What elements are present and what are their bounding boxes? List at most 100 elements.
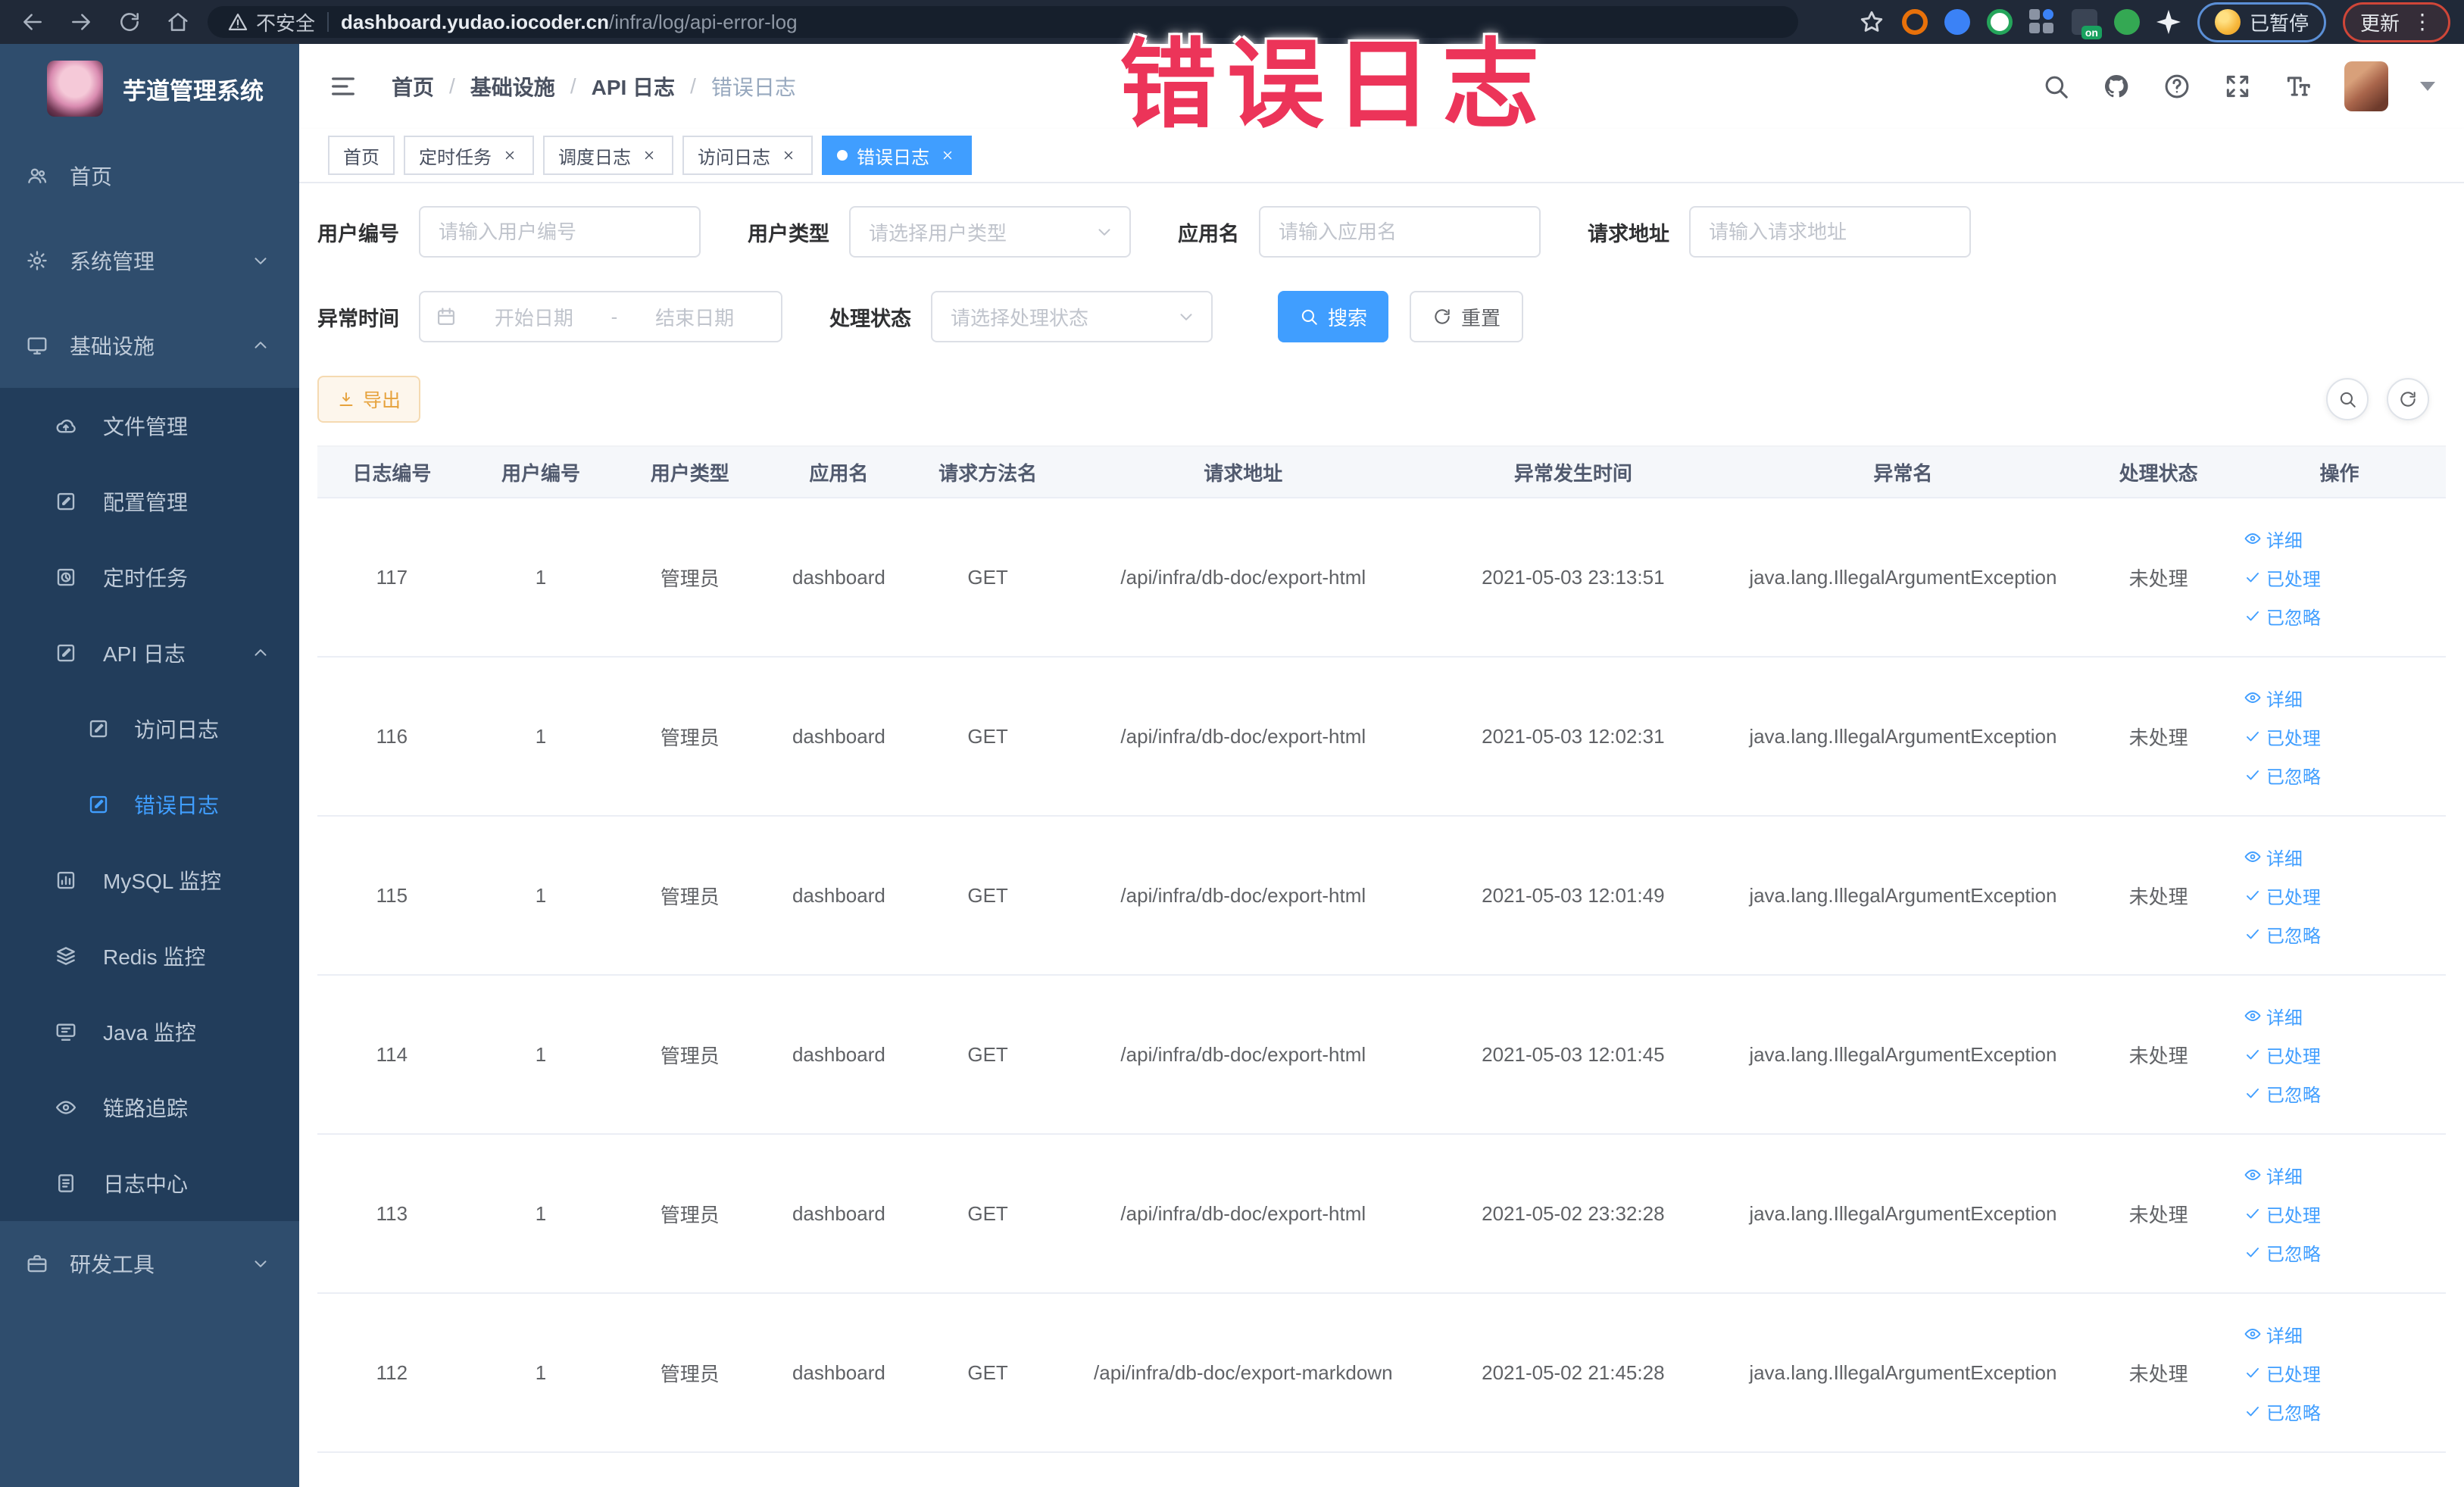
breadcrumb-item-0[interactable]: 首页 — [392, 71, 434, 102]
cell-app: dashboard — [764, 975, 913, 1135]
tab-label: 错误日志 — [857, 147, 929, 168]
sidebar: 芋道管理系统 首页 系统管理 基础设施 文件管理 配置管理 定时任务 API 日志 访问日志错… — [0, 44, 299, 1487]
browser-update-button[interactable]: 更新 ⋮ — [2342, 2, 2450, 42]
cell-app: dashboard — [764, 1293, 913, 1453]
action-link-0[interactable]: 详细 — [2244, 1003, 2303, 1029]
action-link-2[interactable]: 已忽略 — [2244, 921, 2321, 948]
sidebar-item-4[interactable]: 配置管理 — [0, 464, 299, 539]
extension-green-icon[interactable] — [1986, 9, 2013, 35]
profile-paused-badge[interactable]: 已暂停 — [2197, 2, 2326, 42]
extension-grid-icon[interactable] — [2028, 9, 2055, 35]
reset-button[interactable]: 重置 — [1410, 291, 1524, 342]
sidebar-item-2[interactable]: 基础设施 — [0, 303, 299, 388]
tab-2[interactable]: 调度日志 — [543, 136, 673, 175]
cell-status: 未处理 — [2084, 498, 2233, 658]
main-area: 首页 / 基础设施 / API 日志 / 错误日志 首页 定时任务 调度日志 访问日志 错误日志 用… — [299, 44, 2464, 1487]
chevron-down-icon — [1095, 222, 1114, 242]
sidebar-item-0[interactable]: 首页 — [0, 133, 299, 218]
filter-row-2: 异常时间 开始日期 - 结束日期 处理状态 请选择处理状态 搜索 重置 — [317, 291, 2446, 342]
extension-sprout-icon[interactable] — [2113, 9, 2140, 35]
toggle-search-button[interactable] — [2326, 378, 2369, 420]
search-button[interactable]: 搜索 — [1278, 291, 1389, 342]
action-link-2[interactable]: 已忽略 — [2244, 762, 2321, 789]
sidebar-item-5[interactable]: 定时任务 — [0, 539, 299, 615]
process-status-select[interactable]: 请选择处理状态 — [931, 291, 1213, 342]
browser-reload-icon[interactable] — [111, 5, 148, 39]
filter-user-id: 用户编号 — [317, 206, 701, 258]
sidebar-item-8[interactable]: 错误日志 — [0, 767, 299, 842]
user-type-select[interactable]: 请选择用户类型 — [849, 206, 1131, 258]
browser-back-icon[interactable] — [14, 5, 52, 39]
github-icon[interactable] — [2102, 72, 2131, 101]
tab-3[interactable]: 访问日志 — [682, 136, 813, 175]
tab-close-icon[interactable] — [501, 146, 519, 164]
app-name-input[interactable] — [1260, 208, 1539, 256]
action-link-0[interactable]: 详细 — [2244, 685, 2303, 711]
menu-timer-icon — [55, 566, 77, 589]
check-icon — [2244, 886, 2262, 904]
bookmark-star-icon[interactable] — [1858, 8, 1885, 36]
action-link-2[interactable]: 已忽略 — [2244, 603, 2321, 629]
action-link-2[interactable]: 已忽略 — [2244, 1398, 2321, 1425]
search-icon[interactable] — [2041, 72, 2070, 101]
sidebar-collapse-icon[interactable] — [328, 71, 358, 102]
breadcrumb-item-1[interactable]: 基础设施 — [470, 71, 555, 102]
refresh-table-button[interactable] — [2387, 378, 2429, 420]
fullscreen-icon[interactable] — [2223, 72, 2252, 101]
action-link-0[interactable]: 详细 — [2244, 1321, 2303, 1348]
browser-forward-icon[interactable] — [62, 5, 100, 39]
sidebar-item-9[interactable]: MySQL 监控 — [0, 842, 299, 918]
sidebar-item-3[interactable]: 文件管理 — [0, 388, 299, 464]
action-label: 详细 — [2266, 1007, 2303, 1029]
help-icon[interactable] — [2163, 72, 2191, 101]
cell-user-id: 1 — [466, 1293, 616, 1453]
sidebar-item-14[interactable]: 研发工具 — [0, 1221, 299, 1306]
tab-0[interactable]: 首页 — [328, 136, 395, 175]
action-link-0[interactable]: 详细 — [2244, 844, 2303, 870]
extension-orange-icon[interactable] — [1901, 9, 1928, 35]
cell-time: 2021-05-03 23:13:51 — [1424, 498, 1722, 658]
sidebar-item-10[interactable]: Redis 监控 — [0, 918, 299, 994]
action-link-1[interactable]: 已处理 — [2244, 1360, 2321, 1386]
extension-on-icon[interactable]: on — [2071, 9, 2102, 39]
sidebar-item-13[interactable]: 日志中心 — [0, 1145, 299, 1221]
tab-4[interactable]: 错误日志 — [822, 136, 972, 175]
request-url-input[interactable] — [1691, 208, 1969, 256]
user-type-placeholder: 请选择用户类型 — [869, 221, 1007, 245]
action-link-0[interactable]: 详细 — [2244, 1162, 2303, 1189]
breadcrumb-item-2[interactable]: API 日志 — [592, 71, 675, 102]
security-label[interactable]: 不安全 — [227, 8, 315, 36]
sidebar-item-1[interactable]: 系统管理 — [0, 218, 299, 303]
address-bar[interactable]: 不安全 dashboard.yudao.iocoder.cn/infra/log… — [208, 6, 1798, 38]
action-link-1[interactable]: 已处理 — [2244, 1042, 2321, 1068]
sidebar-item-6[interactable]: API 日志 — [0, 615, 299, 691]
user-id-input[interactable] — [420, 208, 699, 256]
app-logo-row[interactable]: 芋道管理系统 — [0, 44, 299, 133]
extension-star-icon[interactable] — [2156, 10, 2181, 34]
action-link-2[interactable]: 已忽略 — [2244, 1080, 2321, 1107]
font-size-icon[interactable] — [2284, 72, 2313, 101]
browser-home-icon[interactable] — [159, 5, 197, 39]
action-label: 已处理 — [2266, 887, 2321, 908]
date-range-picker[interactable]: 开始日期 - 结束日期 — [419, 291, 782, 342]
action-link-1[interactable]: 已处理 — [2244, 1201, 2321, 1227]
sidebar-item-11[interactable]: Java 监控 — [0, 994, 299, 1070]
export-button[interactable]: 导出 — [317, 376, 421, 423]
action-link-1[interactable]: 已处理 — [2244, 883, 2321, 909]
extension-blue-icon[interactable] — [1944, 9, 1970, 35]
tab-1[interactable]: 定时任务 — [404, 136, 534, 175]
action-link-1[interactable]: 已处理 — [2244, 564, 2321, 591]
sidebar-submenu: 文件管理 配置管理 定时任务 API 日志 访问日志 错误日志 MySQL 监控 Redis … — [0, 388, 299, 1221]
action-link-2[interactable]: 已忽略 — [2244, 1239, 2321, 1266]
action-link-0[interactable]: 详细 — [2244, 526, 2303, 552]
sidebar-item-7[interactable]: 访问日志 — [0, 691, 299, 767]
browser-menu-icon[interactable]: ⋮ — [2412, 11, 2433, 33]
action-link-1[interactable]: 已处理 — [2244, 723, 2321, 750]
avatar-caret-icon[interactable] — [2420, 82, 2435, 91]
sidebar-item-12[interactable]: 链路追踪 — [0, 1070, 299, 1145]
tab-close-icon[interactable] — [779, 146, 798, 164]
paused-badge-text: 已暂停 — [2249, 11, 2309, 35]
tab-close-icon[interactable] — [938, 146, 957, 164]
user-avatar[interactable] — [2344, 61, 2388, 111]
tab-close-icon[interactable] — [640, 146, 658, 164]
